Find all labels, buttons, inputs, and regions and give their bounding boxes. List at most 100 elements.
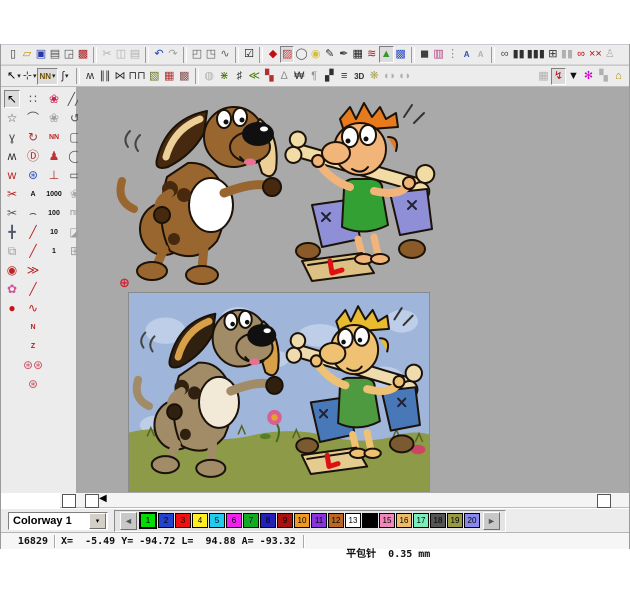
auto-digitize-icon[interactable]: ▲: [379, 46, 394, 63]
transform-paste-icon[interactable]: ◳: [204, 46, 218, 63]
fill-shape-icon[interactable]: ◉: [309, 46, 323, 63]
lock-gold-icon[interactable]: ⌂: [611, 68, 626, 85]
red-dash-icon[interactable]: ╱: [25, 242, 41, 260]
copy-icon[interactable]: ◫: [114, 46, 128, 63]
color-swatch-7[interactable]: 7: [243, 513, 259, 528]
color-swatch-20[interactable]: 20: [464, 513, 480, 528]
stitch-zigzag-icon[interactable]: ʍ: [83, 68, 98, 85]
w-stitch-icon[interactable]: ᴡ: [4, 166, 20, 184]
color-swatch-1[interactable]: 1: [139, 512, 157, 529]
stitch-weave-icon[interactable]: ▩: [177, 68, 192, 85]
red-squiggle-icon[interactable]: ∿: [25, 299, 41, 317]
lettering-a-icon[interactable]: A: [25, 185, 41, 203]
artwork-image[interactable]: [128, 292, 430, 492]
stitch-nn-red-icon[interactable]: NN: [46, 128, 62, 146]
bridge-text-icon[interactable]: ⌢: [25, 204, 41, 222]
select-tool-icon[interactable]: ↖▾: [6, 68, 22, 85]
zoom-1000-label[interactable]: 1000: [46, 185, 62, 203]
arch-tool-icon[interactable]: ⌒: [25, 109, 41, 127]
redo-icon[interactable]: ↷: [166, 46, 180, 63]
density-high-icon[interactable]: ▮▮▮: [526, 46, 546, 63]
rotate-tool-icon[interactable]: ↻: [25, 128, 41, 146]
stitch-outline-icon[interactable]: ◆: [266, 46, 280, 63]
reshape-nodes-icon[interactable]: ∷: [25, 90, 41, 108]
red-line-icon[interactable]: ╱: [25, 223, 41, 241]
red-line-2-icon[interactable]: ╱: [25, 280, 41, 298]
sphere-icon[interactable]: ⊛: [25, 166, 41, 184]
fill-grid-icon[interactable]: ▦: [351, 46, 365, 63]
color-swatch-11[interactable]: 11: [311, 513, 327, 528]
colorway-select[interactable]: Colorway 1 ▾: [8, 512, 108, 530]
horizontal-scrollbar[interactable]: ◀: [60, 493, 630, 508]
flower-tool-icon[interactable]: ❀: [46, 90, 62, 108]
palette-prev-button[interactable]: ◄: [120, 512, 137, 530]
density-off-icon[interactable]: ▮▮: [560, 46, 574, 63]
stitch-list-icon[interactable]: ⋮: [446, 46, 460, 63]
scrollbar-box-right[interactable]: [597, 494, 611, 508]
circled-d-icon[interactable]: Ⓓ: [25, 147, 41, 165]
lettering-icon[interactable]: A: [460, 46, 474, 63]
hoop-right-icon[interactable]: ◖◗: [397, 68, 412, 85]
dress-form-icon[interactable]: ♟: [46, 147, 62, 165]
color-swatch-12[interactable]: 12: [328, 513, 344, 528]
n-nodes-icon[interactable]: N: [25, 318, 41, 336]
figure-red-icon[interactable]: ●: [4, 299, 20, 317]
paste-icon[interactable]: ▤: [128, 46, 142, 63]
chain-view-icon[interactable]: ∞: [498, 46, 512, 63]
globe-icon[interactable]: ◍: [202, 68, 217, 85]
texture-red-icon[interactable]: ▚: [262, 68, 277, 85]
cut-icon[interactable]: ✂: [100, 46, 114, 63]
stitch-pattern-icon[interactable]: ▦: [162, 68, 177, 85]
fan-icon[interactable]: ⧉: [4, 242, 20, 260]
pattern-gray-icon[interactable]: ▚: [596, 68, 611, 85]
stitch-tatami-icon[interactable]: ▧: [147, 68, 162, 85]
embroidery-design[interactable]: [112, 89, 442, 299]
pointer-tool-icon[interactable]: ↖: [4, 90, 20, 108]
flower-magenta-icon[interactable]: ✻: [581, 68, 596, 85]
color-swatch-6[interactable]: 6: [226, 513, 242, 528]
view-3d-icon[interactable]: 3D: [352, 68, 367, 85]
density-low-icon[interactable]: ▮▮: [512, 46, 526, 63]
canvas-area[interactable]: ⊕: [78, 87, 630, 493]
branch-sequence-icon[interactable]: ∿: [218, 46, 232, 63]
reshape-tool-icon[interactable]: ⊹▾: [22, 68, 38, 85]
overlap-gray-icon[interactable]: ▦: [536, 68, 551, 85]
contour-icon[interactable]: Δ: [277, 68, 292, 85]
save-design-icon[interactable]: ▣: [34, 46, 48, 63]
insert-artwork-icon[interactable]: ▩: [76, 46, 90, 63]
color-swatch-3[interactable]: 3: [175, 513, 191, 528]
color-swatch-8[interactable]: 8: [260, 513, 276, 528]
stitch-type-nn-icon[interactable]: NN▾: [37, 68, 57, 85]
gear-icon[interactable]: ⊛: [25, 375, 41, 393]
open-design-icon[interactable]: ▱: [20, 46, 34, 63]
scrollbar-box[interactable]: [85, 494, 99, 508]
color-swatch-19[interactable]: 19: [447, 513, 463, 528]
print-preview-icon[interactable]: ◲: [62, 46, 76, 63]
color-swatch-17[interactable]: 17: [413, 513, 429, 528]
pen-icon[interactable]: ✎: [323, 46, 337, 63]
feather-edge-icon[interactable]: ≪: [247, 68, 262, 85]
stitch-lines-icon[interactable]: ≡: [337, 68, 352, 85]
show-points-icon[interactable]: ××: [588, 46, 603, 63]
z-nodes-icon[interactable]: Z: [25, 337, 41, 355]
motif-run-icon[interactable]: ₩: [292, 68, 307, 85]
zoom-100-label[interactable]: 100: [46, 204, 62, 222]
red-arrows-icon[interactable]: ≫: [25, 261, 41, 279]
needle-plus-icon[interactable]: ╋: [4, 223, 20, 241]
flower-gray-icon[interactable]: ❀: [46, 109, 62, 127]
sparkle-icon[interactable]: ❋: [367, 68, 382, 85]
magic-wand-icon[interactable]: ☆: [4, 109, 20, 127]
color-swatch-9[interactable]: 9: [277, 513, 293, 528]
needle-point-icon[interactable]: ✒: [337, 46, 351, 63]
outline-ellipse-icon[interactable]: ◯: [294, 46, 308, 63]
chevron-down-icon[interactable]: ▾: [89, 513, 106, 529]
zigzag-tool-icon[interactable]: ʍ: [4, 147, 20, 165]
density-grid-icon[interactable]: ⊞: [546, 46, 560, 63]
stitch-cross-icon[interactable]: ⋈: [113, 68, 128, 85]
color-swatch-2[interactable]: 2: [158, 513, 174, 528]
stitch-angle-icon[interactable]: ⋇: [217, 68, 232, 85]
show-stitches-icon[interactable]: ∞: [574, 46, 588, 63]
undo-icon[interactable]: ↶: [152, 46, 166, 63]
color-swatch-16[interactable]: 16: [396, 513, 412, 528]
color-swatch-4[interactable]: 4: [192, 513, 208, 528]
